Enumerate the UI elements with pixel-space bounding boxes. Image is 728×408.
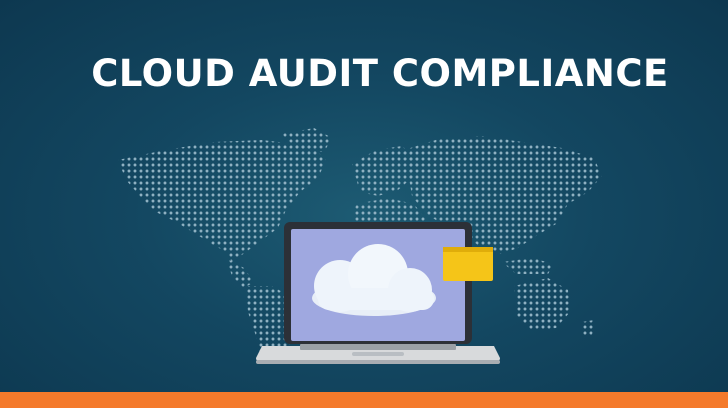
folder-icon: [443, 247, 493, 281]
accent-bar: [0, 392, 728, 408]
hero-banner: CLOUD AUDIT COMPLIANCE: [0, 0, 728, 392]
